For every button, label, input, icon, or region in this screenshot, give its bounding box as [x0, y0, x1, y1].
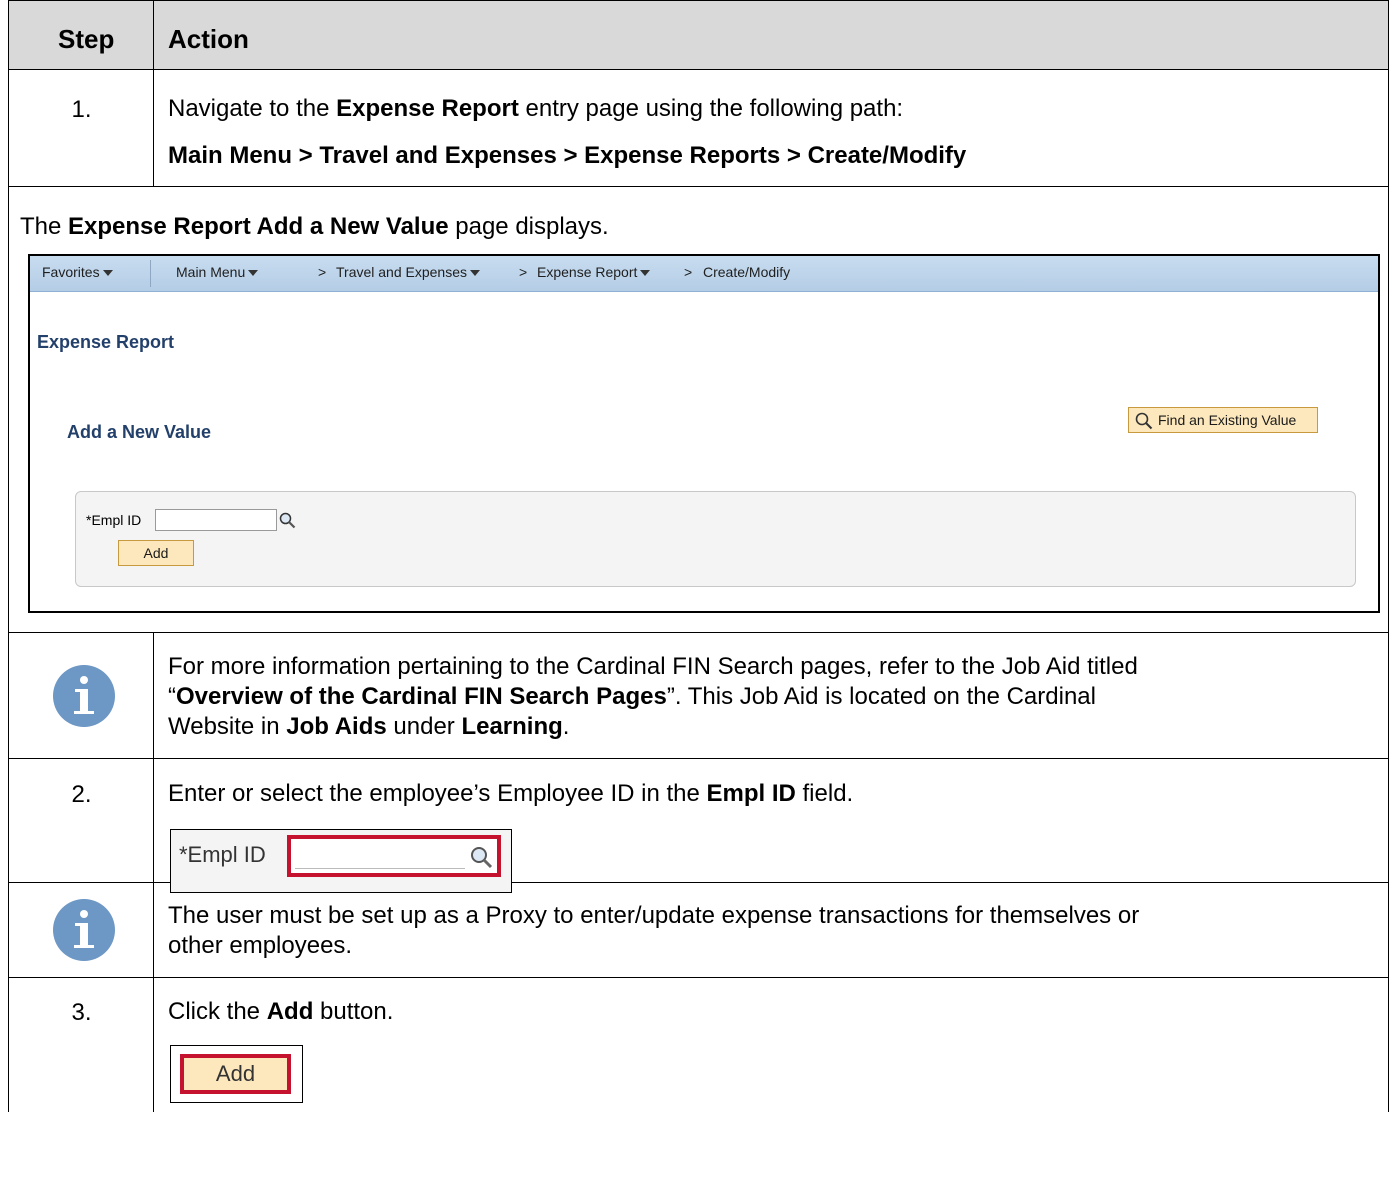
step-row-3: 3. Click the Add button. Add	[8, 978, 1389, 1112]
expense-report-screenshot: Favorites Main Menu > Travel and Expense…	[28, 254, 1380, 613]
nav-create-modify[interactable]: Create/Modify	[703, 264, 790, 280]
lookup-icon[interactable]	[279, 512, 296, 529]
page-title: Expense Report	[37, 332, 175, 352]
info-row-2: The user must be set up as a Proxy to en…	[8, 883, 1389, 978]
action-header: Action	[168, 24, 249, 54]
nav-travel-expenses[interactable]: Travel and Expenses	[336, 264, 480, 280]
step-header-cell: Step	[9, 1, 154, 69]
nav-main-menu[interactable]: Main Menu	[176, 264, 259, 280]
breadcrumb-separator: >	[684, 264, 693, 280]
step-row-2: 2. Enter or select the employee’s Employ…	[8, 759, 1389, 893]
navigation-path: Main Menu > Travel and Expenses > Expens…	[168, 142, 967, 169]
chevron-down-icon	[248, 270, 259, 277]
nav-favorites[interactable]: Favorites	[42, 264, 113, 280]
add-button[interactable]: Add	[118, 540, 194, 566]
chevron-down-icon	[470, 270, 480, 277]
add-button-highlight[interactable]: Add	[180, 1054, 291, 1094]
step-row-1: 1. Navigate to the Expense Report entry …	[8, 70, 1389, 187]
find-existing-value-button[interactable]: Find an Existing Value	[1128, 407, 1318, 433]
info-icon	[53, 899, 115, 961]
nav-expense-report[interactable]: Expense Report	[537, 264, 651, 280]
nav-divider	[150, 260, 151, 287]
empl-id-input-highlight[interactable]	[287, 835, 501, 877]
search-criteria-box: *Empl ID Add	[75, 491, 1356, 587]
step-header: Step	[58, 24, 115, 54]
info-icon	[53, 665, 115, 727]
add-new-value-title: Add a New Value	[67, 422, 212, 442]
chevron-down-icon	[640, 270, 651, 277]
breadcrumb-separator: >	[519, 264, 528, 280]
step-instruction: Enter or select the employee’s Employee …	[168, 780, 854, 807]
step-number: 3.	[71, 999, 92, 1026]
page-displays-note: The Expense Report Add a New Value page …	[20, 213, 609, 240]
step-instruction: Click the Add button.	[168, 998, 394, 1025]
nav-bar: Favorites Main Menu > Travel and Expense…	[30, 256, 1378, 292]
info-row-1: For more information pertaining to the C…	[8, 633, 1389, 759]
action-header-cell: Action	[154, 1, 1388, 69]
chevron-down-icon	[102, 270, 113, 277]
step-number: 1.	[71, 96, 92, 123]
lookup-icon[interactable]	[470, 846, 494, 870]
empl-id-input[interactable]	[155, 509, 277, 531]
table-header: Step Action	[8, 0, 1389, 70]
search-icon	[1135, 412, 1153, 430]
empl-id-label: *Empl ID	[86, 512, 142, 528]
info-text-proxy: The user must be set up as a Proxy to en…	[168, 902, 1140, 959]
screenshot-row: The Expense Report Add a New Value page …	[8, 187, 1389, 633]
breadcrumb-separator: >	[318, 264, 327, 280]
document: Step Action 1. Navigate to the Expense R…	[8, 0, 1389, 1112]
add-button-screenshot: Add	[170, 1045, 303, 1103]
step-instruction: Navigate to the Expense Report entry pag…	[168, 95, 904, 122]
info-text-search-pages: For more information pertaining to the C…	[168, 653, 1138, 740]
empl-id-label: *Empl ID	[179, 842, 266, 867]
step-number: 2.	[71, 781, 92, 808]
